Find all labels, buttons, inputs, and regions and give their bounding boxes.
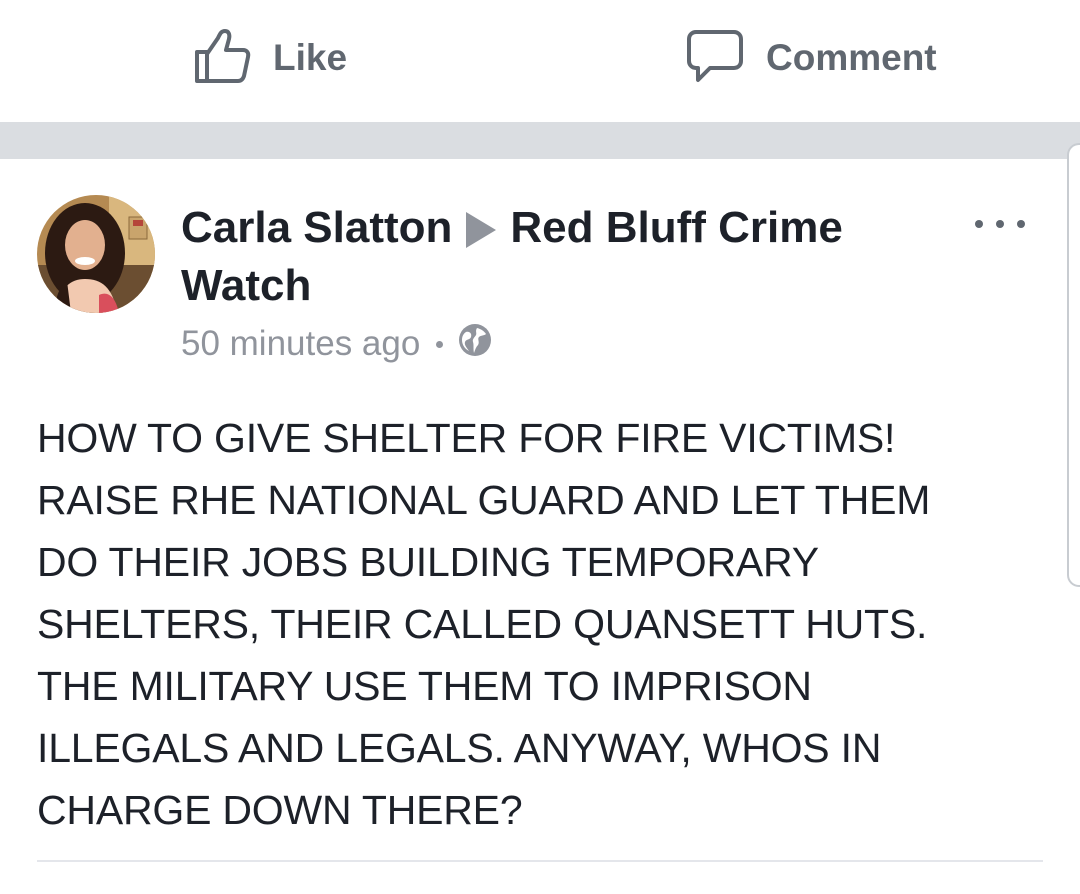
post-timestamp[interactable]: 50 minutes ago bbox=[181, 324, 420, 364]
post-meta: 50 minutes ago bbox=[181, 322, 493, 366]
feed-post: Carla Slatton Red Bluff Crime Watch 50 mi… bbox=[0, 159, 1080, 894]
share-arrow-icon bbox=[466, 212, 497, 248]
avatar[interactable] bbox=[37, 195, 155, 313]
post-divider bbox=[37, 860, 1043, 862]
post-action-bar: Like Comment bbox=[0, 0, 1080, 122]
more-options-icon[interactable] bbox=[975, 214, 1025, 234]
feed-separator bbox=[0, 122, 1080, 159]
thumbs-up-icon bbox=[193, 28, 251, 89]
post-header: Carla Slatton Red Bluff Crime Watch bbox=[181, 199, 941, 315]
comment-label: Comment bbox=[766, 37, 937, 78]
comment-button[interactable]: Comment bbox=[686, 28, 937, 89]
author-name[interactable]: Carla Slatton bbox=[181, 203, 452, 252]
post-body-text: HOW TO GIVE SHELTER FOR FIRE VICTIMS! RA… bbox=[37, 415, 931, 833]
globe-icon bbox=[457, 322, 493, 367]
speech-bubble-icon bbox=[686, 28, 744, 89]
like-button[interactable]: Like bbox=[193, 28, 348, 89]
like-label: Like bbox=[273, 37, 348, 78]
meta-separator-dot bbox=[436, 340, 444, 348]
